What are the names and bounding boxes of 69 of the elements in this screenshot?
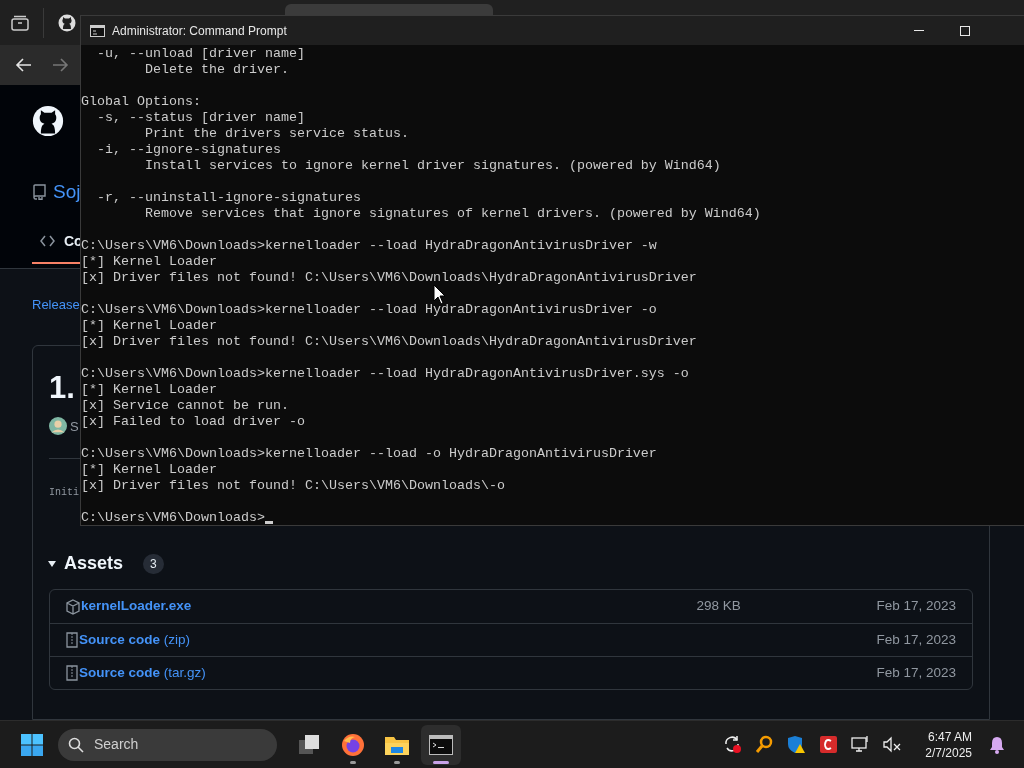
firefox-icon	[341, 732, 365, 757]
window-title: Administrator: Command Prompt	[112, 22, 287, 40]
console-line: C:\Users\VM6\Downloads>kernelloader --load HydraDragonAntivirusDriver -o	[81, 302, 657, 318]
console-line: [*] Kernel Loader	[81, 382, 217, 398]
asset-date: Feb 17, 2023	[876, 597, 956, 616]
console-line: C:\Users\VM6\Downloads>kernelloader --load -o HydraDragonAntivirusDriver	[81, 446, 657, 462]
asset-date: Feb 17, 2023	[876, 630, 956, 649]
releases-link[interactable]: Release	[32, 295, 80, 315]
console-line: C:\Users\VM6\Downloads>kernelloader --load HydraDragonAntivirusDriver -w	[81, 238, 657, 254]
terminal-icon	[429, 734, 453, 755]
assets-count: 3	[143, 553, 164, 574]
zip-file-icon	[66, 632, 78, 648]
code-icon	[40, 235, 55, 247]
avatar	[49, 417, 67, 436]
sync-icon[interactable]	[723, 735, 743, 754]
console-line: C:\Users\VM6\Downloads>kernelloader --load HydraDragonAntivirusDriver.sys -o	[81, 366, 689, 382]
repo-name[interactable]: Soj	[53, 178, 81, 207]
shield-warning-icon[interactable]	[787, 735, 807, 754]
forward-icon[interactable]	[52, 57, 69, 73]
app-tray-icon[interactable]	[819, 735, 839, 754]
console-line: [x] Driver files not found! C:\Users\VM6\Downloads\HydraDragonAntivirusDriver	[81, 334, 697, 350]
clock[interactable]: 6:47 AM 2/7/2025	[925, 728, 972, 761]
asset-date: Feb 17, 2023	[876, 663, 956, 682]
task-view-icon	[297, 733, 321, 756]
console-line: Print the drivers service status.	[144, 126, 409, 142]
console-line: Global Options:	[81, 94, 201, 110]
github-favicon[interactable]	[58, 13, 76, 32]
package-icon	[66, 598, 80, 615]
console-line: -u, --unload [driver name]	[96, 46, 305, 62]
asset-link[interactable]: Source code (zip)	[79, 629, 191, 651]
minimize-icon	[914, 29, 924, 32]
assets-heading[interactable]: Assets	[64, 550, 124, 577]
author-name[interactable]: S	[70, 416, 79, 436]
speaker-muted-icon[interactable]	[883, 735, 903, 754]
cmd-icon	[90, 24, 105, 37]
console-line: -i, --ignore-signatures	[96, 142, 281, 158]
asset-link[interactable]: Source code (tar.gz)	[79, 662, 206, 684]
caret-icon[interactable]	[48, 559, 56, 568]
console-line: [x] Failed to load driver -o	[81, 414, 305, 430]
search-field[interactable]: Search	[58, 728, 277, 761]
console-line: C:\Users\VM6\Downloads>	[81, 510, 265, 526]
console-line: -r, --uninstall-ignore-signatures	[96, 190, 361, 206]
repo-icon	[33, 184, 46, 201]
release-description: Initi	[49, 486, 79, 500]
console-line: [*] Kernel Loader	[81, 318, 217, 334]
console-line: [*] Kernel Loader	[81, 462, 217, 478]
bell-icon[interactable]	[989, 735, 1005, 754]
asset-link[interactable]: kernelLoader.exe	[81, 596, 192, 617]
search-icon	[68, 736, 84, 753]
zip-file-icon	[66, 665, 78, 681]
release-title: 1.	[49, 371, 75, 403]
maximize-icon	[960, 25, 970, 36]
console-line: [x] Driver files not found! C:\Users\VM6\Downloads\-o	[81, 478, 505, 494]
back-icon[interactable]	[15, 57, 32, 73]
mouse-pointer-icon	[433, 284, 446, 305]
asset-size: 298 KB	[696, 597, 742, 616]
magnifier-icon[interactable]	[755, 735, 775, 754]
console-line: [x] Service cannot be run.	[81, 398, 289, 414]
start-icon[interactable]	[21, 733, 43, 756]
console-line: [*] Kernel Loader	[81, 254, 217, 270]
network-icon[interactable]	[851, 735, 871, 754]
tab-list-icon[interactable]	[11, 14, 29, 31]
console-line: Remove services that ignore signatures of kernel drivers. (powered by Wind64)	[144, 206, 761, 222]
console-line: [x] Driver files not found! C:\Users\VM6\Downloads\HydraDragonAntivirusDriver	[81, 270, 697, 286]
console-line: Install services to ignore kernel driver signatures. (powered by Wind64)	[144, 158, 721, 174]
console-line: Delete the driver.	[144, 62, 289, 78]
taskbar-app[interactable]	[421, 724, 461, 765]
console-line: -s, --status [driver name]	[96, 110, 305, 126]
github-logo[interactable]	[32, 105, 64, 137]
